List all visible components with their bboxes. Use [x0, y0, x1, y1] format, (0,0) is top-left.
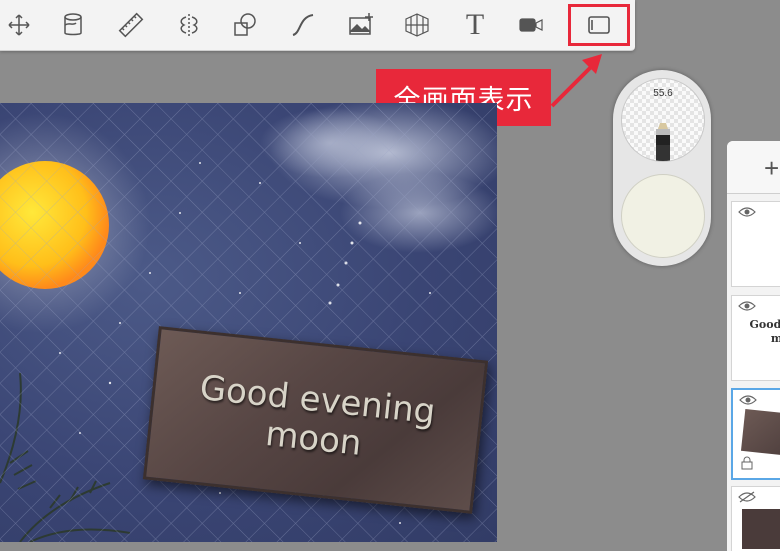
bucket-icon: [64, 13, 82, 36]
curve-tool-button[interactable]: [284, 6, 322, 44]
eye-icon[interactable]: [738, 206, 756, 218]
move-tool-button[interactable]: [0, 6, 38, 44]
layer-preview-text: Good ev moo: [749, 318, 780, 345]
sign-line-2: moon: [263, 413, 364, 464]
toolbar: T: [0, 0, 635, 51]
text-icon: T: [465, 8, 485, 41]
symmetry-icon: [180, 14, 198, 36]
eye-icon[interactable]: [739, 394, 757, 406]
layer-item[interactable]: [731, 201, 780, 287]
layers-panel: + Good ev moo: [727, 141, 780, 551]
layer-thumbnail: [742, 509, 780, 549]
add-image-tool-button[interactable]: [342, 6, 380, 44]
fullscreen-highlight: [568, 4, 630, 46]
add-image-icon: [349, 13, 373, 35]
layers-header: +: [727, 141, 780, 194]
drawing-canvas[interactable]: Good evening moon: [0, 103, 497, 542]
curve-icon: [292, 14, 314, 36]
symmetry-tool-button[interactable]: [170, 6, 208, 44]
perspective-grid-icon: [405, 13, 429, 37]
current-color-button[interactable]: [621, 174, 705, 258]
layer-item[interactable]: Good ev moo: [731, 295, 780, 381]
eye-hidden-icon[interactable]: [738, 491, 756, 503]
shape-icon: [234, 13, 256, 36]
lock-alpha-icon[interactable]: [741, 456, 753, 470]
fill-tool-button[interactable]: [54, 6, 92, 44]
brush-size-button[interactable]: 55.6: [621, 78, 705, 162]
eye-icon[interactable]: [738, 300, 756, 312]
ruler-icon: [118, 12, 144, 38]
brush-tip-icon: [656, 123, 670, 161]
layer-item-selected[interactable]: [731, 388, 780, 480]
brush-color-panel: 55.6: [613, 70, 711, 266]
record-tool-button[interactable]: [512, 6, 550, 44]
text-tool-button[interactable]: T: [456, 6, 494, 44]
move-arrows-icon: [8, 14, 30, 36]
ruler-tool-button[interactable]: [112, 6, 150, 44]
perspective-tool-button[interactable]: [398, 6, 436, 44]
add-layer-button[interactable]: +: [764, 155, 779, 181]
shape-tool-button[interactable]: [226, 6, 264, 44]
video-camera-icon: [519, 18, 543, 32]
layer-item[interactable]: [731, 486, 780, 551]
layer-thumbnail: [740, 408, 780, 458]
